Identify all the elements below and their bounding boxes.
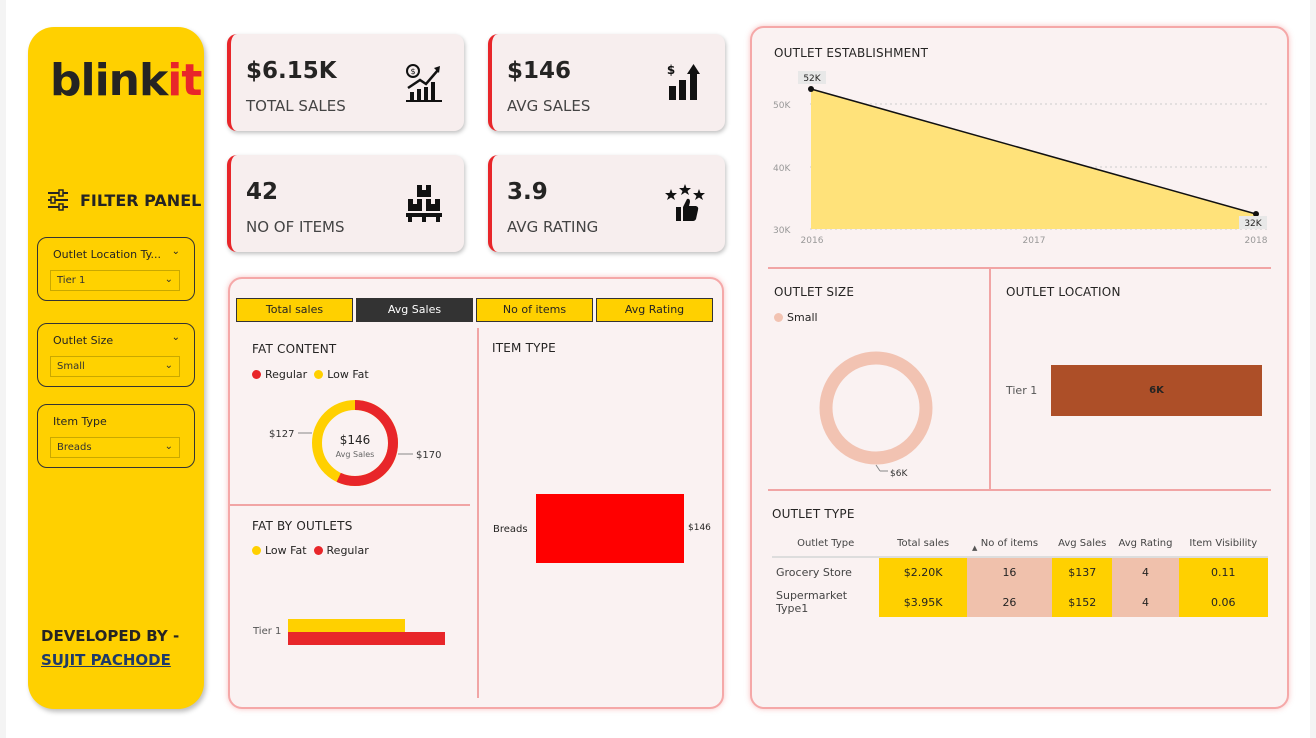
table-cell: Grocery Store [776, 566, 852, 579]
tab-total-sales[interactable]: Total sales [236, 298, 353, 322]
divider [230, 504, 470, 506]
table-row: Supermarket Type1 $3.95K 26 $152 4 0.06 [772, 587, 1268, 617]
chevron-down-icon: ⌄ [164, 441, 173, 452]
table-row: Grocery Store $2.20K 16 $137 4 0.11 [772, 557, 1268, 587]
column-header[interactable]: No of items [967, 531, 1052, 557]
developer-link[interactable]: SUJIT PACHODE [41, 651, 171, 669]
chevron-down-icon[interactable]: ⌄ [172, 246, 180, 257]
bar-low-fat [288, 619, 405, 632]
x-tick: 2017 [1023, 236, 1046, 246]
tab-avg-rating[interactable]: Avg Rating [596, 298, 713, 322]
outlet-type-table: Outlet Type Total sales No of items Avg … [772, 531, 1268, 617]
data-label-regular: $170 [416, 450, 441, 461]
item-type-title: ITEM TYPE [492, 341, 556, 355]
y-tick: 30K [773, 226, 791, 236]
outlet-location-dropdown[interactable]: Tier 1 ⌄ [50, 270, 180, 291]
column-header[interactable]: Total sales [879, 531, 966, 557]
kpi-total-sales: $6.15K TOTAL SALES $ [227, 34, 464, 131]
stars-thumbs-up-icon [665, 184, 705, 221]
table-cell: 16 [966, 557, 1053, 587]
x-tick: 2018 [1245, 236, 1268, 246]
bar-breads [536, 494, 684, 563]
sales-growth-icon: $ [406, 64, 442, 102]
sort-ascending-icon[interactable]: ▲ [972, 544, 977, 552]
kpi-avg-sales: $146 AVG SALES $ [488, 34, 725, 131]
fat-content-title: FAT CONTENT [252, 342, 337, 356]
tab-avg-sales[interactable]: Avg Sales [356, 298, 473, 322]
outlet-size-dropdown[interactable]: Small ⌄ [50, 356, 180, 377]
column-header[interactable]: Avg Rating [1112, 531, 1178, 557]
outlet-size-title: OUTLET SIZE [774, 285, 855, 299]
table-cell: $3.95K [879, 587, 967, 617]
outlet-size-donut-chart: $6K [819, 351, 933, 479]
x-tick: 2016 [801, 236, 824, 246]
outlet-establishment-title: OUTLET ESTABLISHMENT [774, 46, 929, 60]
column-header[interactable]: Avg Sales [1052, 531, 1112, 557]
slicer-outlet-size[interactable]: Outlet Size ⌄ Small ⌄ [37, 323, 195, 387]
y-tick: 50K [773, 101, 791, 111]
data-label-small: $6K [890, 469, 908, 479]
divider [768, 267, 1271, 269]
fat-content-legend: Regular Low Fat [252, 368, 369, 381]
bar-regular [288, 632, 445, 645]
divider [768, 489, 1271, 491]
table-cell: $2.20K [879, 557, 967, 587]
divider [989, 269, 991, 490]
table-cell: Supermarket Type1 [776, 589, 848, 615]
chevron-down-icon[interactable]: ⌄ [172, 332, 180, 343]
table-cell: $152 [1052, 587, 1113, 617]
fat-by-outlets-title: FAT BY OUTLETS [252, 519, 353, 533]
brand-logo: blinkit [50, 55, 202, 106]
column-header[interactable]: Outlet Type [772, 531, 879, 557]
kpi-avg-rating: 3.9 AVG RATING [488, 155, 725, 252]
table-cell: 4 [1112, 557, 1179, 587]
item-type-category: Breads [493, 524, 528, 535]
donut-slice-small [819, 351, 933, 465]
outlet-establishment-area-chart: 50K 40K 30K 52K 32K 2016 2017 2018 [773, 71, 1268, 246]
fat-by-outlets-category: Tier 1 [253, 626, 282, 637]
fat-by-outlets-legend: Low Fat Regular [252, 544, 369, 557]
table-cell: 0.11 [1178, 557, 1268, 587]
data-label: 52K [803, 74, 821, 84]
data-label-breads: $146 [688, 523, 711, 533]
fat-content-donut-chart: $146 Avg Sales $127 $170 [269, 400, 441, 486]
chevron-down-icon: ⌄ [164, 274, 173, 285]
area-fill [811, 89, 1256, 229]
table-cell: $137 [1052, 557, 1113, 587]
table-header-row: Outlet Type Total sales No of items Avg … [772, 531, 1268, 557]
svg-text:$: $ [410, 67, 415, 76]
table-cell: 26 [966, 587, 1053, 617]
dollar-bars-icon: $ [667, 63, 700, 100]
boxes-icon [406, 185, 442, 222]
bar-tier-1: 6K [1051, 365, 1262, 416]
chevron-down-icon: ⌄ [164, 360, 173, 371]
item-type-dropdown[interactable]: Breads ⌄ [50, 437, 180, 458]
filter-panel-title: FILTER PANEL [46, 188, 201, 212]
outlet-location-title: OUTLET LOCATION [1006, 285, 1121, 299]
divider [477, 328, 479, 698]
donut-center-value: $146 [340, 433, 371, 447]
y-tick: 40K [773, 164, 791, 174]
kpi-no-of-items: 42 NO OF ITEMS [227, 155, 464, 252]
slicer-item-type[interactable]: Item Type Breads ⌄ [37, 404, 195, 468]
data-label-low-fat: $127 [269, 429, 294, 440]
donut-center-label: Avg Sales [336, 450, 375, 459]
outlet-location-category: Tier 1 [1006, 384, 1038, 397]
table-cell: 0.06 [1178, 587, 1268, 617]
developer-credit: DEVELOPED BY - SUJIT PACHODE [41, 627, 180, 669]
table-cell: 4 [1112, 587, 1179, 617]
sliders-icon [48, 189, 68, 211]
outlet-size-legend: Small [774, 311, 818, 324]
svg-text:$: $ [667, 63, 675, 77]
data-point [808, 86, 814, 92]
data-label: 32K [1244, 219, 1262, 229]
column-header[interactable]: Item Visibility [1179, 531, 1268, 557]
outlet-type-title: OUTLET TYPE [772, 507, 855, 521]
slicer-outlet-location[interactable]: Outlet Location Ty... ⌄ Tier 1 ⌄ [37, 237, 195, 301]
tab-no-of-items[interactable]: No of items [476, 298, 593, 322]
